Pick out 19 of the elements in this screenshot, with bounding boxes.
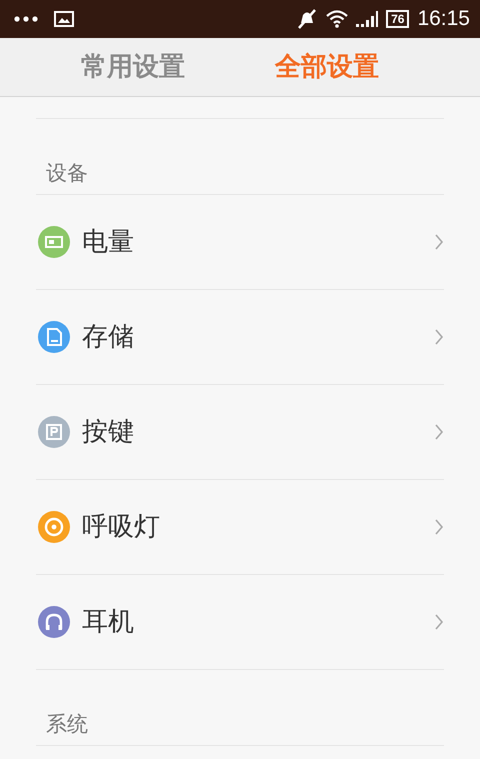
settings-item[interactable]: 存储: [36, 290, 444, 385]
settings-item[interactable]: 耳机: [36, 575, 444, 670]
settings-item[interactable]: 电量: [36, 195, 444, 290]
section-header: 系统: [36, 670, 444, 746]
wifi-icon: [326, 10, 348, 28]
battery-level: 76: [386, 10, 410, 28]
image-icon: [54, 11, 74, 27]
settings-item[interactable]: 按键: [36, 385, 444, 480]
more-icon: [14, 16, 38, 22]
chevron-icon: [434, 328, 444, 346]
chevron-icon: [434, 613, 444, 631]
chevron-icon: [434, 518, 444, 536]
settings-item[interactable]: 呼吸灯: [36, 480, 444, 575]
chevron-icon: [434, 233, 444, 251]
section-header: 设备: [36, 119, 444, 195]
signal-icon: [356, 11, 378, 27]
clock: 16:15: [417, 6, 470, 32]
chevron-icon: [434, 423, 444, 441]
mute-icon: [296, 9, 318, 29]
